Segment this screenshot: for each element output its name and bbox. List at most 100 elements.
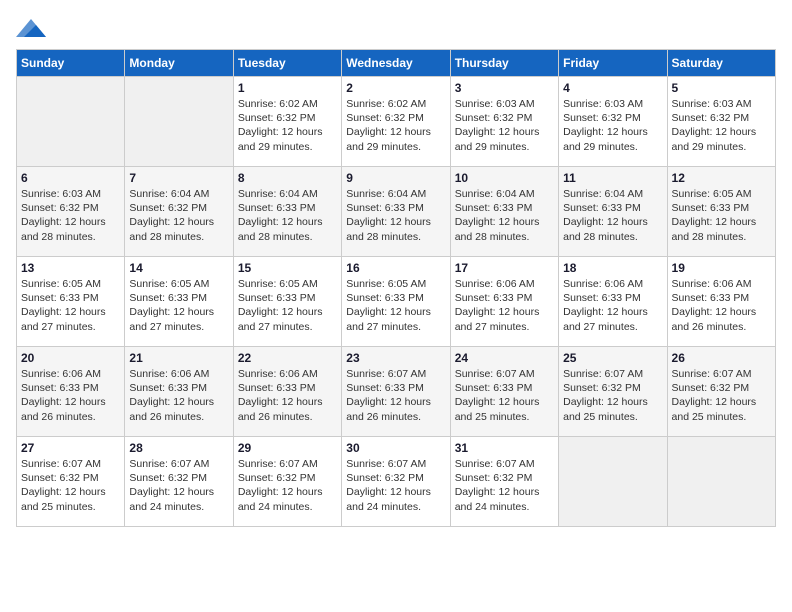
day-number: 2 [346, 81, 445, 95]
calendar-cell: 17 Sunrise: 6:06 AMSunset: 6:33 PMDayligh… [450, 257, 558, 347]
day-number: 31 [455, 441, 554, 455]
day-number: 8 [238, 171, 337, 185]
day-info: Sunrise: 6:07 AMSunset: 6:33 PMDaylight:… [346, 367, 445, 424]
calendar-cell: 28 Sunrise: 6:07 AMSunset: 6:32 PMDayligh… [125, 437, 233, 527]
header-sunday: Sunday [17, 50, 125, 77]
calendar-cell [125, 77, 233, 167]
header-wednesday: Wednesday [342, 50, 450, 77]
day-info: Sunrise: 6:07 AMSunset: 6:32 PMDaylight:… [238, 457, 337, 514]
calendar-cell: 18 Sunrise: 6:06 AMSunset: 6:33 PMDayligh… [559, 257, 667, 347]
day-info: Sunrise: 6:07 AMSunset: 6:32 PMDaylight:… [455, 457, 554, 514]
calendar-cell: 25 Sunrise: 6:07 AMSunset: 6:32 PMDayligh… [559, 347, 667, 437]
day-info: Sunrise: 6:02 AMSunset: 6:32 PMDaylight:… [346, 97, 445, 154]
day-number: 28 [129, 441, 228, 455]
calendar-cell: 13 Sunrise: 6:05 AMSunset: 6:33 PMDayligh… [17, 257, 125, 347]
calendar-cell: 24 Sunrise: 6:07 AMSunset: 6:33 PMDayligh… [450, 347, 558, 437]
day-number: 26 [672, 351, 771, 365]
day-info: Sunrise: 6:06 AMSunset: 6:33 PMDaylight:… [238, 367, 337, 424]
calendar-cell: 9 Sunrise: 6:04 AMSunset: 6:33 PMDaylight… [342, 167, 450, 257]
day-number: 5 [672, 81, 771, 95]
calendar-week-row: 1 Sunrise: 6:02 AMSunset: 6:32 PMDaylight… [17, 77, 776, 167]
calendar-cell: 12 Sunrise: 6:05 AMSunset: 6:33 PMDayligh… [667, 167, 775, 257]
day-number: 9 [346, 171, 445, 185]
calendar-cell: 30 Sunrise: 6:07 AMSunset: 6:32 PMDayligh… [342, 437, 450, 527]
day-number: 22 [238, 351, 337, 365]
day-info: Sunrise: 6:07 AMSunset: 6:32 PMDaylight:… [129, 457, 228, 514]
day-info: Sunrise: 6:06 AMSunset: 6:33 PMDaylight:… [21, 367, 120, 424]
calendar-cell: 22 Sunrise: 6:06 AMSunset: 6:33 PMDayligh… [233, 347, 341, 437]
day-info: Sunrise: 6:04 AMSunset: 6:33 PMDaylight:… [238, 187, 337, 244]
logo-icon [16, 17, 44, 37]
day-info: Sunrise: 6:06 AMSunset: 6:33 PMDaylight:… [672, 277, 771, 334]
day-number: 19 [672, 261, 771, 275]
calendar-week-row: 6Sunrise: 6:03 AMSunset: 6:32 PMDaylight… [17, 167, 776, 257]
day-number: 3 [455, 81, 554, 95]
day-number: 25 [563, 351, 662, 365]
day-info: Sunrise: 6:06 AMSunset: 6:33 PMDaylight:… [129, 367, 228, 424]
calendar-cell: 10 Sunrise: 6:04 AMSunset: 6:33 PMDayligh… [450, 167, 558, 257]
day-info: Sunrise: 6:06 AMSunset: 6:33 PMDaylight:… [563, 277, 662, 334]
calendar-cell: 29Sunrise: 6:07 AMSunset: 6:32 PMDayligh… [233, 437, 341, 527]
calendar-cell: 26 Sunrise: 6:07 AMSunset: 6:32 PMDayligh… [667, 347, 775, 437]
header-thursday: Thursday [450, 50, 558, 77]
day-info: Sunrise: 6:07 AMSunset: 6:32 PMDaylight:… [563, 367, 662, 424]
day-number: 12 [672, 171, 771, 185]
calendar-cell [17, 77, 125, 167]
day-number: 20 [21, 351, 120, 365]
day-number: 27 [21, 441, 120, 455]
day-info: Sunrise: 6:05 AMSunset: 6:33 PMDaylight:… [21, 277, 120, 334]
calendar-cell: 2 Sunrise: 6:02 AMSunset: 6:32 PMDaylight… [342, 77, 450, 167]
calendar-week-row: 27 Sunrise: 6:07 AMSunset: 6:32 PMDayligh… [17, 437, 776, 527]
day-number: 18 [563, 261, 662, 275]
day-number: 17 [455, 261, 554, 275]
day-number: 1 [238, 81, 337, 95]
calendar-cell: 11 Sunrise: 6:04 AMSunset: 6:33 PMDayligh… [559, 167, 667, 257]
day-number: 15 [238, 261, 337, 275]
calendar-cell: 4Sunrise: 6:03 AMSunset: 6:32 PMDaylight… [559, 77, 667, 167]
calendar-cell: 14Sunrise: 6:05 AMSunset: 6:33 PMDayligh… [125, 257, 233, 347]
day-info: Sunrise: 6:04 AMSunset: 6:33 PMDaylight:… [346, 187, 445, 244]
day-info: Sunrise: 6:03 AMSunset: 6:32 PMDaylight:… [563, 97, 662, 154]
day-number: 21 [129, 351, 228, 365]
calendar-week-row: 13 Sunrise: 6:05 AMSunset: 6:33 PMDayligh… [17, 257, 776, 347]
calendar-cell: 16 Sunrise: 6:05 AMSunset: 6:33 PMDayligh… [342, 257, 450, 347]
calendar-cell: 1 Sunrise: 6:02 AMSunset: 6:32 PMDaylight… [233, 77, 341, 167]
day-info: Sunrise: 6:04 AMSunset: 6:32 PMDaylight:… [129, 187, 228, 244]
calendar-cell: 23Sunrise: 6:07 AMSunset: 6:33 PMDayligh… [342, 347, 450, 437]
day-info: Sunrise: 6:03 AMSunset: 6:32 PMDaylight:… [672, 97, 771, 154]
day-info: Sunrise: 6:07 AMSunset: 6:33 PMDaylight:… [455, 367, 554, 424]
day-info: Sunrise: 6:05 AMSunset: 6:33 PMDaylight:… [238, 277, 337, 334]
header-saturday: Saturday [667, 50, 775, 77]
day-info: Sunrise: 6:05 AMSunset: 6:33 PMDaylight:… [672, 187, 771, 244]
calendar-header-row: SundayMondayTuesdayWednesdayThursdayFrid… [17, 50, 776, 77]
day-number: 10 [455, 171, 554, 185]
calendar-cell: 27Sunrise: 6:07 AMSunset: 6:32 PMDayligh… [17, 437, 125, 527]
logo [16, 16, 48, 37]
day-info: Sunrise: 6:05 AMSunset: 6:33 PMDaylight:… [346, 277, 445, 334]
calendar-cell: 20 Sunrise: 6:06 AMSunset: 6:33 PMDayligh… [17, 347, 125, 437]
day-info: Sunrise: 6:03 AMSunset: 6:32 PMDaylight:… [21, 187, 120, 244]
day-info: Sunrise: 6:05 AMSunset: 6:33 PMDaylight:… [129, 277, 228, 334]
day-info: Sunrise: 6:02 AMSunset: 6:32 PMDaylight:… [238, 97, 337, 154]
day-info: Sunrise: 6:03 AMSunset: 6:32 PMDaylight:… [455, 97, 554, 154]
header-tuesday: Tuesday [233, 50, 341, 77]
day-number: 24 [455, 351, 554, 365]
calendar-cell: 21 Sunrise: 6:06 AMSunset: 6:33 PMDayligh… [125, 347, 233, 437]
day-number: 13 [21, 261, 120, 275]
day-number: 30 [346, 441, 445, 455]
day-info: Sunrise: 6:07 AMSunset: 6:32 PMDaylight:… [672, 367, 771, 424]
day-info: Sunrise: 6:06 AMSunset: 6:33 PMDaylight:… [455, 277, 554, 334]
day-info: Sunrise: 6:04 AMSunset: 6:33 PMDaylight:… [455, 187, 554, 244]
day-number: 16 [346, 261, 445, 275]
calendar-cell: 31 Sunrise: 6:07 AMSunset: 6:32 PMDayligh… [450, 437, 558, 527]
calendar-week-row: 20 Sunrise: 6:06 AMSunset: 6:33 PMDayligh… [17, 347, 776, 437]
day-info: Sunrise: 6:04 AMSunset: 6:33 PMDaylight:… [563, 187, 662, 244]
page-header [16, 16, 776, 37]
day-number: 7 [129, 171, 228, 185]
calendar-cell: 19 Sunrise: 6:06 AMSunset: 6:33 PMDayligh… [667, 257, 775, 347]
day-info: Sunrise: 6:07 AMSunset: 6:32 PMDaylight:… [346, 457, 445, 514]
day-number: 11 [563, 171, 662, 185]
calendar-cell [559, 437, 667, 527]
calendar-cell: 3 Sunrise: 6:03 AMSunset: 6:32 PMDaylight… [450, 77, 558, 167]
calendar-cell: 7 Sunrise: 6:04 AMSunset: 6:32 PMDaylight… [125, 167, 233, 257]
